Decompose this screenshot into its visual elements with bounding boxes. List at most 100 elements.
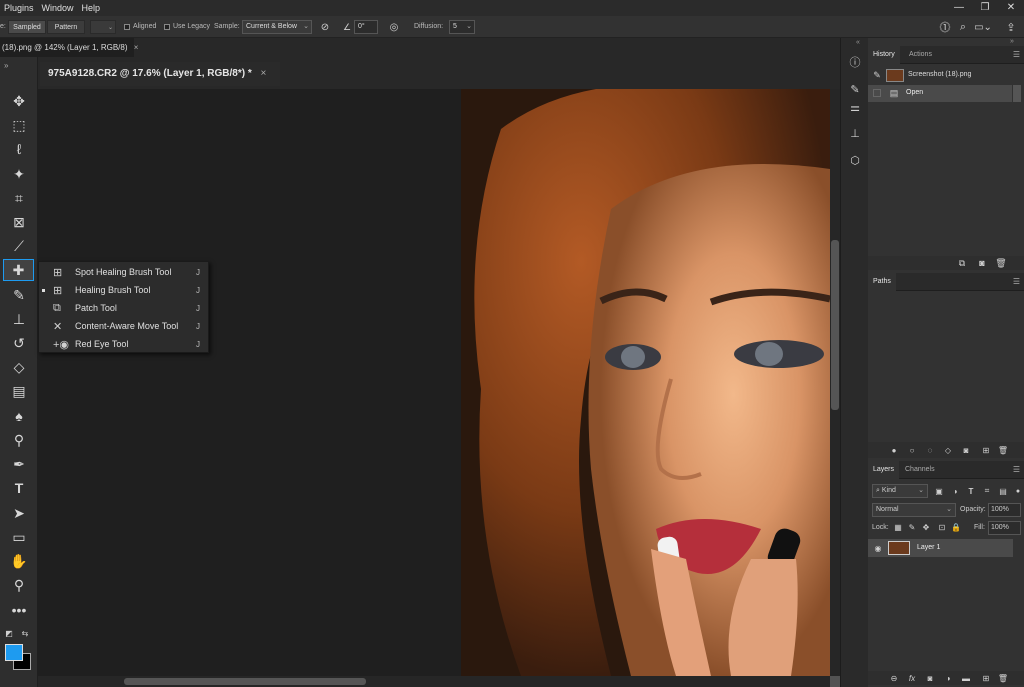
lock-all-icon[interactable]: 🔒 — [951, 522, 961, 532]
learn-icon[interactable]: ⓵ — [938, 19, 952, 35]
history-snapshot-row[interactable]: ✎ Screenshot (18).png — [868, 67, 1024, 84]
tab-actions[interactable]: Actions — [904, 46, 937, 64]
filter-pixel-icon[interactable]: ▣ — [934, 486, 944, 496]
tab-close-icon[interactable]: × — [134, 43, 139, 52]
filter-adjustment-icon[interactable]: ◑ — [950, 486, 960, 496]
flyout-item-red-eye[interactable]: +◉ Red Eye Tool J — [39, 335, 208, 353]
hand-tool-icon[interactable]: ✋ — [6, 550, 32, 572]
minimize-icon[interactable]: — — [946, 0, 972, 16]
adjustments-icon[interactable]: ⚌ — [847, 99, 863, 115]
swap-colors-icon[interactable]: ⇆ — [20, 628, 30, 638]
tab-screenshot[interactable]: (18).png @ 142% (Layer 1, RGB/8) × — [0, 38, 138, 57]
fill-input[interactable]: 100% — [988, 521, 1021, 535]
opacity-input[interactable]: 100% — [988, 503, 1021, 517]
sample-dropdown[interactable]: Current & Below ⌄ — [242, 20, 312, 34]
tab-channels[interactable]: Channels — [900, 461, 940, 479]
angle-input[interactable]: 0° — [354, 20, 378, 34]
panel-menu-icon[interactable]: ☰ — [1013, 465, 1020, 474]
diffusion-input[interactable]: 5 ⌄ — [449, 20, 475, 34]
flyout-item-spot-healing[interactable]: ⊞ Spot Healing Brush Tool J — [39, 263, 208, 281]
close-window-icon[interactable]: ✕ — [998, 0, 1024, 16]
menu-plugins[interactable]: Plugins — [0, 3, 38, 13]
aligned-checkbox[interactable] — [124, 24, 130, 30]
more-tools-icon[interactable]: ••• — [6, 599, 32, 621]
rectangle-tool-icon[interactable]: ▭ — [6, 526, 32, 548]
info-icon[interactable]: ⓘ — [847, 54, 863, 70]
add-mask-icon[interactable]: ◙ — [924, 672, 936, 684]
vertical-scroll-thumb[interactable] — [831, 240, 839, 410]
magic-wand-tool-icon[interactable]: ✦ — [6, 163, 32, 185]
adjustment-layer-icon[interactable]: ◑ — [942, 672, 954, 684]
pattern-picker[interactable]: ⌄ — [90, 20, 116, 34]
document-image[interactable] — [461, 89, 830, 676]
clone-source-icon[interactable]: ⊥ — [847, 125, 863, 141]
camera-icon[interactable]: ◙ — [976, 257, 988, 269]
filter-shape-icon[interactable]: ⌗ — [982, 486, 992, 496]
new-document-from-state-icon[interactable]: ⧉ — [956, 257, 968, 269]
tab-layers[interactable]: Layers — [868, 461, 900, 479]
restore-icon[interactable]: ❐ — [972, 0, 998, 16]
brush-settings-icon[interactable]: ✎ — [847, 81, 863, 97]
layer-filter-dropdown[interactable]: ⌕ Kind ⌄ — [872, 484, 928, 498]
tab-close-icon[interactable]: × — [261, 68, 267, 79]
ignore-adjustment-icon[interactable]: ⊘ — [318, 19, 332, 35]
dodge-tool-icon[interactable]: ⚲ — [6, 429, 32, 451]
visibility-eye-icon[interactable]: ◉ — [873, 543, 883, 553]
tab-history[interactable]: History — [868, 46, 900, 64]
sampled-button[interactable]: Sampled — [8, 20, 46, 34]
flyout-item-healing-brush[interactable]: ⊞ Healing Brush Tool J — [39, 281, 208, 299]
healing-brush-tool-icon[interactable]: ✚ — [3, 259, 34, 281]
lock-position-icon[interactable]: ✥ — [921, 522, 931, 532]
group-folder-icon[interactable]: ▬ — [960, 672, 972, 684]
collapse-panels-icon[interactable]: » — [1010, 38, 1014, 45]
eraser-tool-icon[interactable]: ◇ — [6, 356, 32, 378]
link-layers-icon[interactable]: ⊖ — [888, 672, 900, 684]
new-layer-icon[interactable]: ⊞ — [980, 672, 992, 684]
history-source-box[interactable] — [873, 89, 881, 97]
new-path-icon[interactable]: ⊞ — [980, 444, 992, 456]
horizontal-scroll-thumb[interactable] — [124, 678, 366, 685]
history-scrollbar[interactable] — [1013, 85, 1021, 102]
lock-artboard-icon[interactable]: ⊡ — [937, 522, 947, 532]
layer-style-icon[interactable]: fx — [906, 672, 918, 684]
lock-pixels-icon[interactable]: ✎ — [907, 522, 917, 532]
lock-transparent-icon[interactable]: ▦ — [893, 522, 903, 532]
delete-path-icon[interactable]: 🗑 — [997, 444, 1009, 456]
gradient-tool-icon[interactable]: ▤ — [6, 380, 32, 402]
tab-active-document[interactable]: 975A9128.CR2 @ 17.6% (Layer 1, RGB/8*) *… — [40, 62, 280, 86]
filter-type-icon[interactable]: T — [966, 486, 976, 496]
history-brush-tool-icon[interactable]: ↺ — [6, 332, 32, 354]
tab-paths[interactable]: Paths — [868, 273, 896, 291]
frame-tool-icon[interactable]: ⊠ — [6, 211, 32, 233]
blur-tool-icon[interactable]: ♠ — [6, 405, 32, 427]
collapse-strip-icon[interactable]: « — [856, 39, 860, 46]
share-icon[interactable]: ⇪ — [1004, 19, 1018, 35]
history-brush-source-icon[interactable]: ✎ — [871, 69, 883, 81]
layer-row[interactable]: ◉ Layer 1 — [868, 539, 1013, 557]
clone-stamp-tool-icon[interactable]: ⊥ — [6, 308, 32, 330]
stroke-path-icon[interactable]: ○ — [906, 444, 918, 456]
pen-tool-icon[interactable]: ✒ — [6, 453, 32, 475]
delete-layer-icon[interactable]: 🗑 — [997, 672, 1009, 684]
collapse-toolbar-icon[interactable]: » — [4, 61, 8, 70]
filter-smart-object-icon[interactable]: ▤ — [998, 486, 1008, 496]
fill-path-icon[interactable]: ● — [888, 444, 900, 456]
filter-toggle-icon[interactable]: ● — [1014, 486, 1022, 496]
delete-icon[interactable]: 🗑 — [995, 257, 1007, 269]
lasso-tool-icon[interactable]: ℓ — [6, 138, 32, 160]
marquee-tool-icon[interactable]: ⬚ — [6, 114, 32, 136]
panel-menu-icon[interactable]: ☰ — [1013, 50, 1020, 59]
type-tool-icon[interactable]: T — [6, 477, 32, 499]
add-mask-icon[interactable]: ◙ — [960, 444, 972, 456]
search-icon[interactable]: ⌕ — [956, 19, 970, 35]
foreground-color-swatch[interactable] — [5, 644, 23, 661]
zoom-tool-icon[interactable]: ⚲ — [6, 574, 32, 596]
3d-cube-icon[interactable]: ⬡ — [847, 152, 863, 168]
eyedropper-tool-icon[interactable]: ⟋ — [6, 235, 32, 257]
load-selection-icon[interactable]: ◌ — [924, 444, 936, 456]
panel-menu-icon[interactable]: ☰ — [1013, 277, 1020, 286]
brush-tool-icon[interactable]: ✎ — [6, 284, 32, 306]
crop-tool-icon[interactable]: ⌗ — [6, 187, 32, 209]
pattern-button[interactable]: Pattern — [47, 20, 85, 34]
make-work-path-icon[interactable]: ◇ — [942, 444, 954, 456]
